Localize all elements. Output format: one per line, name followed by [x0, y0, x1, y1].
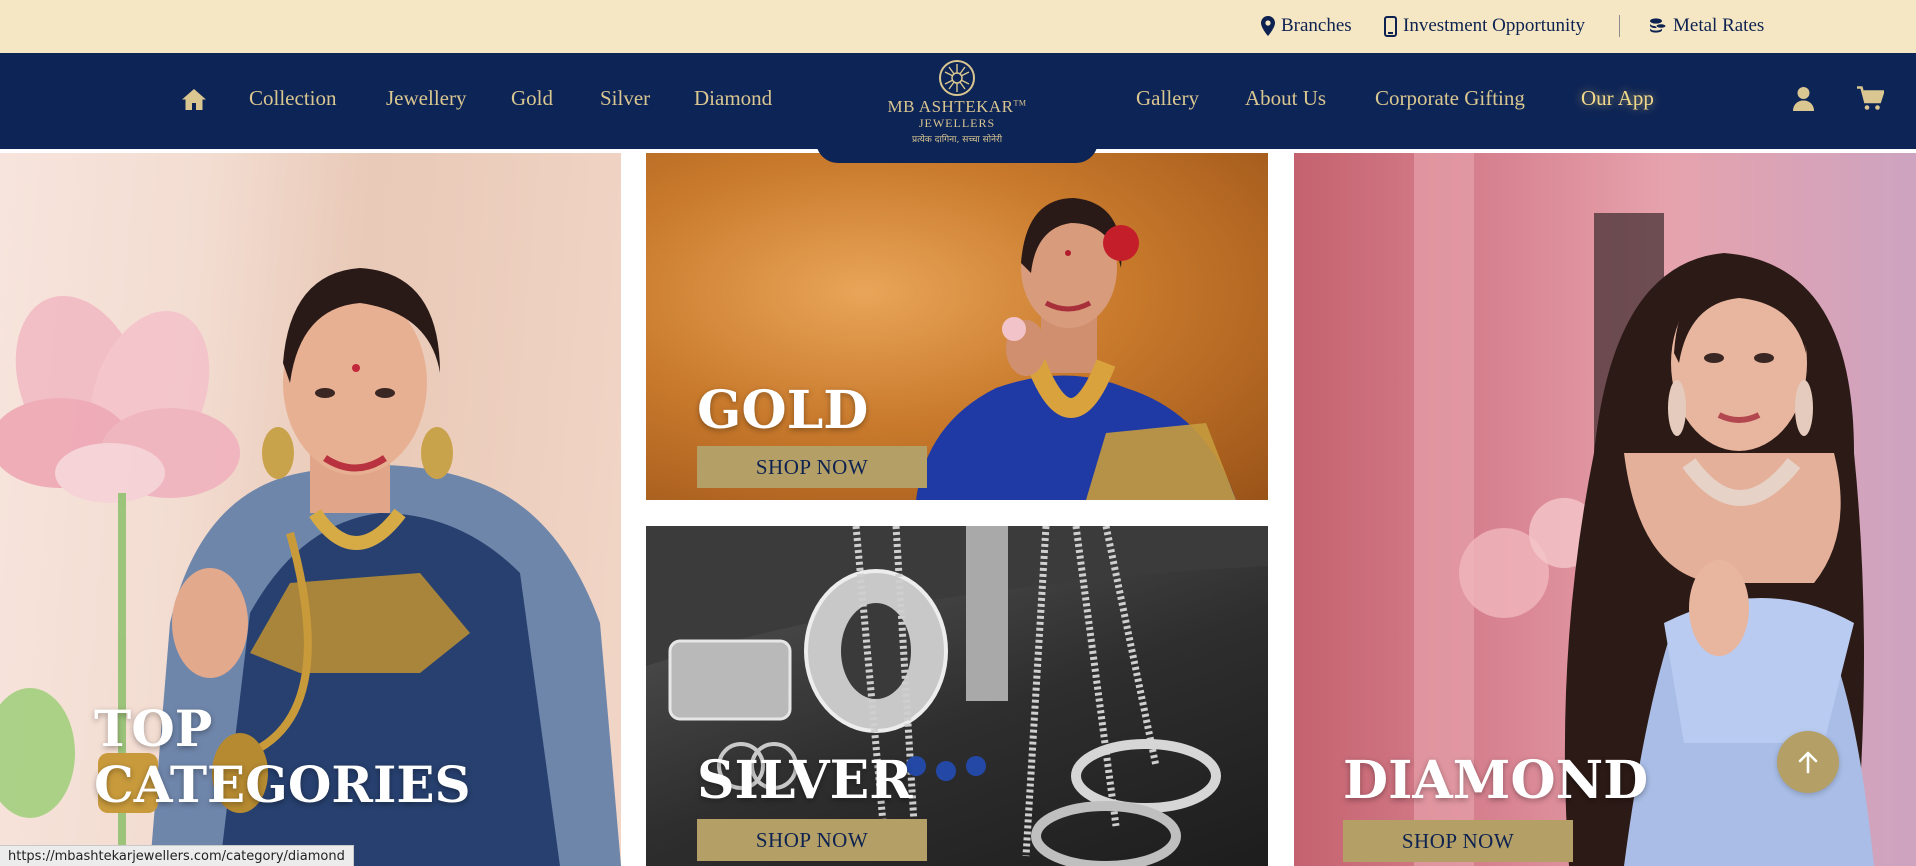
- logo-name: MB ASHTEKAR: [887, 97, 1014, 116]
- nav-collection[interactable]: Collection: [249, 86, 337, 111]
- nav-our-app[interactable]: Our App: [1581, 86, 1654, 111]
- nav-about-us[interactable]: About Us: [1245, 86, 1326, 111]
- metal-rates-label: Metal Rates: [1673, 15, 1765, 36]
- divider: [1619, 15, 1620, 37]
- silver-category-banner[interactable]: SILVER SHOP NOW: [646, 526, 1268, 866]
- investment-opportunity-link[interactable]: Investment Opportunity: [1384, 14, 1585, 38]
- gold-category-banner[interactable]: GOLD SHOP NOW: [646, 153, 1268, 500]
- logo-subtitle: JEWELLERS: [918, 116, 996, 130]
- silver-title: SILVER: [697, 750, 913, 811]
- silver-banner-photo: [646, 526, 1268, 866]
- branches-link[interactable]: Branches: [1261, 14, 1352, 38]
- top-categories-line1: TOP: [94, 699, 213, 758]
- nav-silver[interactable]: Silver: [600, 86, 650, 111]
- top-utility-bar: Branches Investment Opportunity Metal Ra…: [0, 0, 1916, 53]
- user-account-icon[interactable]: [1792, 86, 1815, 115]
- nav-jewellery[interactable]: Jewellery: [386, 86, 466, 111]
- logo-emblem-icon: [939, 60, 975, 96]
- branches-label: Branches: [1281, 15, 1352, 36]
- nav-gold[interactable]: Gold: [511, 86, 553, 111]
- metal-rates-link[interactable]: Metal Rates: [1649, 14, 1764, 38]
- top-categories-banner[interactable]: TOP CATEGORIES: [0, 153, 621, 866]
- diamond-shop-now-button[interactable]: SHOP NOW: [1343, 820, 1573, 862]
- location-pin-icon: [1261, 16, 1275, 36]
- brand-logo[interactable]: MB ASHTEKARTM JEWELLERS प्रत्येक दागिना,…: [816, 53, 1098, 163]
- browser-status-url: https://mbashtekarjewellers.com/category…: [0, 845, 354, 866]
- investment-opportunity-label: Investment Opportunity: [1403, 15, 1586, 36]
- mobile-phone-icon: [1384, 15, 1397, 37]
- logo-tagline: प्रत्येक दागिना, सच्चा सोनेरी: [911, 135, 1003, 145]
- home-icon[interactable]: [181, 88, 207, 115]
- gold-title: GOLD: [697, 380, 869, 441]
- shopping-cart-icon[interactable]: [1857, 86, 1885, 115]
- silver-shop-now-button[interactable]: SHOP NOW: [697, 819, 927, 861]
- gold-shop-now-button[interactable]: SHOP NOW: [697, 446, 927, 488]
- coins-stack-icon: [1650, 18, 1667, 33]
- scroll-to-top-button[interactable]: [1777, 731, 1839, 793]
- nav-gallery[interactable]: Gallery: [1136, 86, 1199, 111]
- arrow-up-icon: [1798, 751, 1818, 774]
- nav-corporate-gifting[interactable]: Corporate Gifting: [1375, 86, 1525, 111]
- logo-trademark: TM: [1013, 98, 1027, 108]
- diamond-title: DIAMOND: [1343, 750, 1649, 811]
- top-categories-line2: CATEGORIES: [94, 755, 471, 814]
- nav-diamond[interactable]: Diamond: [694, 86, 772, 111]
